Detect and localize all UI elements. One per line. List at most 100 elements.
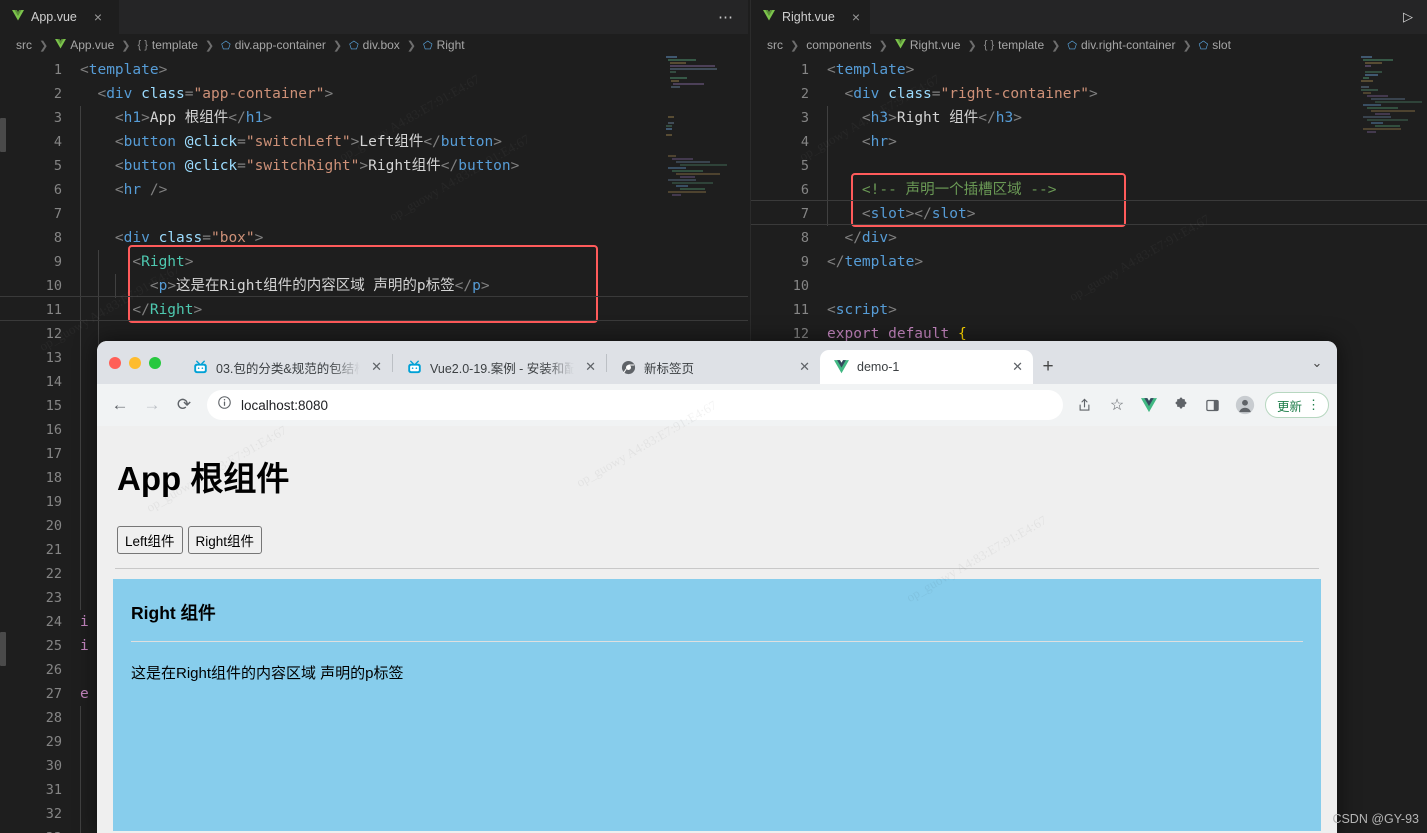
close-icon[interactable]: ✕ — [799, 359, 810, 375]
code-line[interactable]: 3 <h3>Right 组件</h3> — [751, 106, 1427, 130]
editor-tab-right-vue[interactable]: Right.vue × — [751, 0, 871, 34]
minimize-window-button[interactable] — [129, 356, 141, 369]
code-line[interactable]: 5 <button @click="switchRight">Right组件</… — [0, 154, 748, 178]
breadcrumb-item-template[interactable]: { } template — [984, 38, 1044, 52]
right-component-button[interactable]: Right组件 — [187, 526, 263, 554]
browser-tab[interactable]: 新标签页 ✕ — [607, 350, 820, 384]
indent-guide — [80, 274, 81, 298]
code-line[interactable]: 7 <slot></slot> — [751, 202, 1427, 226]
indent-guide — [80, 730, 81, 754]
run-icon[interactable]: ▷ — [1403, 9, 1413, 25]
current-line-border — [0, 296, 748, 297]
code-line[interactable]: 11 </Right> — [0, 298, 748, 322]
code-line[interactable]: 6 <!-- 声明一个插槽区域 --> — [751, 178, 1427, 202]
close-icon[interactable]: × — [94, 10, 102, 24]
maximize-window-button[interactable] — [149, 356, 161, 369]
close-icon[interactable]: × — [852, 10, 860, 24]
breadcrumb-item-src[interactable]: src — [767, 38, 783, 52]
code-line[interactable]: 8 </div> — [751, 226, 1427, 250]
code-line[interactable]: 9 </template> — [751, 250, 1427, 274]
vue-devtools-icon[interactable] — [1135, 391, 1163, 419]
minimap-right[interactable] — [1361, 56, 1423, 833]
editor-scrollbar-left-2[interactable] — [0, 632, 6, 666]
breadcrumb-item-slot[interactable]: ⬠ slot — [1199, 38, 1231, 52]
code-line[interactable]: 2 <div class="right-container"> — [751, 82, 1427, 106]
minimap-line — [666, 74, 728, 76]
browser-tab[interactable]: Vue2.0-19.案例 - 安装和配置路由 ✕ — [393, 350, 606, 384]
code-line-content: <button @click="switchRight">Right组件</bu… — [80, 158, 520, 174]
breadcrumb-item-div-right-container[interactable]: ⬠ div.right-container — [1067, 38, 1175, 52]
line-number: 25 — [45, 638, 62, 654]
more-actions-icon[interactable]: ⋯ — [718, 8, 734, 26]
profile-avatar-icon[interactable] — [1231, 391, 1259, 419]
close-icon[interactable]: ✕ — [371, 359, 382, 375]
code-line-content — [62, 442, 80, 466]
indent-guide — [80, 130, 81, 154]
breadcrumb-right: src ❯ components ❯ Right.vue ❯ { } templ… — [751, 34, 1427, 56]
minimap-line — [666, 125, 672, 127]
close-window-button[interactable] — [109, 356, 121, 369]
minimap-line — [1367, 107, 1398, 109]
minimap-line — [680, 176, 695, 178]
close-icon[interactable]: ✕ — [585, 359, 596, 375]
tab-search-chevron-down-icon[interactable]: ⌄ — [1297, 341, 1337, 384]
vue-icon — [894, 38, 906, 52]
code-line[interactable]: 7 — [0, 202, 748, 226]
update-button[interactable]: 更新 ⋮ — [1264, 392, 1329, 418]
browser-tab-active[interactable]: demo-1 ✕ — [820, 350, 1033, 384]
code-line[interactable]: 1 <template> — [0, 58, 748, 82]
reload-button[interactable]: ⟳ — [169, 390, 199, 420]
address-bar[interactable]: localhost:8080 — [207, 390, 1063, 420]
editor-scrollbar-left[interactable] — [0, 118, 6, 152]
code-line[interactable]: 5 — [751, 154, 1427, 178]
breadcrumb-item-components[interactable]: components — [806, 38, 871, 52]
left-component-button[interactable]: Left组件 — [117, 526, 183, 554]
breadcrumb-item-div-box[interactable]: ⬠ div.box — [349, 38, 400, 52]
code-line[interactable]: 4 <hr> — [751, 130, 1427, 154]
code-line[interactable]: 8 <div class="box"> — [0, 226, 748, 250]
code-line[interactable]: 3 <h1>App 根组件</h1> — [0, 106, 748, 130]
code-area-right[interactable]: 1 <template> 2 <div class="right-container… — [751, 56, 1427, 346]
side-panel-icon[interactable] — [1199, 391, 1227, 419]
new-tab-button[interactable]: + — [1033, 350, 1063, 384]
breadcrumb-item-template[interactable]: { } template — [137, 38, 197, 52]
code-line[interactable]: 6 <hr /> — [0, 178, 748, 202]
info-circle-icon[interactable] — [217, 395, 232, 415]
code-line[interactable]: 10 — [751, 274, 1427, 298]
share-icon[interactable] — [1071, 391, 1099, 419]
breadcrumb-item-file[interactable]: App.vue — [55, 38, 114, 52]
browser-tab[interactable]: 03.包的分类&规范的包结构_哔哩 ✕ — [179, 350, 392, 384]
minimap-line — [1363, 92, 1371, 94]
puzzle-extensions-icon[interactable] — [1167, 391, 1195, 419]
code-line[interactable]: 2 <div class="app-container"> — [0, 82, 748, 106]
minimap-line — [666, 98, 728, 100]
code-line[interactable]: 1 <template> — [751, 58, 1427, 82]
breadcrumb-item-file[interactable]: Right.vue — [894, 38, 961, 52]
code-line[interactable]: 10 <p>这是在Right组件的内容区域 声明的p标签</p> — [0, 274, 748, 298]
minimap-line — [666, 113, 728, 115]
line-number: 29 — [45, 734, 62, 750]
code-line[interactable]: 4 <button @click="switchLeft">Left组件</bu… — [0, 130, 748, 154]
current-line-border — [751, 200, 1427, 201]
bookmark-star-icon[interactable]: ☆ — [1103, 391, 1131, 419]
breadcrumb-label: div.app-container — [234, 38, 326, 52]
vue-icon — [12, 10, 24, 24]
line-number: 6 — [800, 182, 809, 198]
editor-tabbar-right: Right.vue × ▷ — [751, 0, 1427, 34]
editor-tab-app-vue[interactable]: App.vue × — [0, 0, 120, 34]
indent-guide — [80, 466, 81, 490]
page-button-row: Left组件 Right组件 — [117, 526, 1321, 554]
close-icon[interactable]: ✕ — [1012, 359, 1023, 375]
line-number: 32 — [45, 806, 62, 822]
back-button[interactable]: ← — [105, 390, 135, 420]
code-line[interactable]: 9 <Right> — [0, 250, 748, 274]
cube-icon: ⬠ — [221, 39, 231, 52]
chrome-menu-icon[interactable]: ⋮ — [1307, 397, 1320, 413]
breadcrumb-item-src[interactable]: src — [16, 38, 32, 52]
breadcrumb-item-div-app-container[interactable]: ⬠ div.app-container — [221, 38, 326, 52]
code-line[interactable]: 11 <script> — [751, 298, 1427, 322]
code-line-content: e — [80, 686, 89, 702]
forward-button[interactable]: → — [137, 390, 167, 420]
minimap-line — [676, 185, 688, 187]
breadcrumb-item-right[interactable]: ⬠ Right — [423, 38, 465, 52]
